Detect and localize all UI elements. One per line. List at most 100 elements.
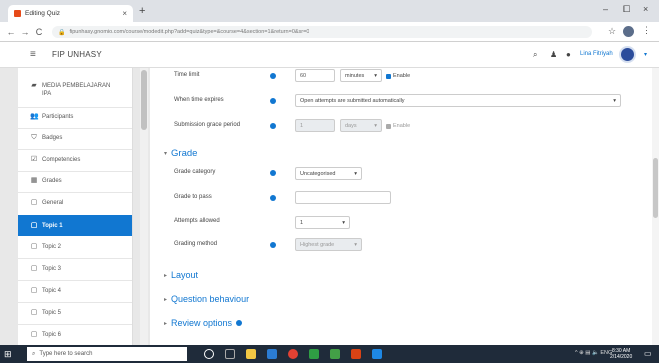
edge-icon[interactable]: [267, 349, 277, 359]
clock-date: 2/14/2020: [610, 354, 633, 360]
folder-icon: ▢: [30, 243, 38, 250]
tab-close-icon[interactable]: ×: [122, 9, 127, 18]
grading-method-value: Highest grade: [300, 241, 335, 248]
review-options-section-header[interactable]: ▸ Review options: [164, 318, 243, 328]
user-menu-caret-icon[interactable]: ▾: [644, 51, 647, 58]
drawer-item-participants[interactable]: 👥 Participants: [18, 113, 132, 123]
chevron-down-icon: ▾: [374, 122, 377, 129]
drawer-item-topic-2[interactable]: ▢ Topic 2: [18, 243, 132, 253]
grade-to-pass-label: Grade to pass: [174, 194, 212, 200]
help-icon[interactable]: [270, 98, 276, 104]
help-icon[interactable]: [236, 320, 243, 326]
drawer-divider: [18, 302, 132, 303]
user-avatar[interactable]: [619, 46, 636, 63]
bookmark-star-icon[interactable]: ☆: [608, 26, 616, 37]
grace-enable-checkbox[interactable]: Enable: [386, 123, 410, 129]
word-icon[interactable]: [372, 349, 382, 359]
moodle-favicon-icon: [14, 10, 21, 17]
time-limit-enable-checkbox[interactable]: Enable: [386, 73, 410, 79]
new-tab-button[interactable]: +: [139, 5, 145, 17]
drawer-item-label: Topic 3: [42, 266, 62, 272]
grading-method-label: Grading method: [174, 241, 218, 247]
url-bar[interactable]: 🔒 fipunhasy.gnomio.com/course/modedit.ph…: [52, 26, 592, 38]
chevron-down-icon: ▾: [613, 97, 616, 104]
chevron-down-icon: ▾: [342, 219, 345, 226]
grace-period-unit-select[interactable]: days ▾: [340, 119, 382, 132]
drawer-divider: [18, 324, 132, 325]
task-view-icon[interactable]: [225, 349, 235, 359]
when-expires-select[interactable]: Open attempts are submitted automaticall…: [295, 94, 621, 107]
grade-category-select[interactable]: Uncategorised ▾: [295, 167, 362, 180]
drawer-toggle-icon[interactable]: ≡: [30, 49, 36, 60]
drawer-item-grades[interactable]: ▦ Grades: [18, 177, 132, 187]
browser-menu-icon[interactable]: ⋮: [642, 25, 651, 36]
chevron-down-icon: ▾: [374, 72, 377, 79]
table-icon: ▦: [30, 177, 38, 184]
excel-icon[interactable]: [330, 349, 340, 359]
drawer-item-label: Participants: [42, 114, 74, 120]
taskbar-search[interactable]: ⌕ Type here to search: [27, 347, 187, 361]
attempts-allowed-select[interactable]: 1 ▾: [295, 216, 350, 229]
tab-title: Editing Quiz: [25, 10, 61, 17]
help-icon[interactable]: [270, 123, 276, 129]
drawer-item-competencies[interactable]: ☑ Competencies: [18, 156, 132, 166]
page-scroll-thumb[interactable]: [653, 158, 658, 218]
reload-button[interactable]: C: [32, 27, 46, 37]
drawer-item-course[interactable]: ▰ MEDIA PEMBELAJARAN IPA: [18, 82, 132, 106]
grace-period-label: Submission grace period: [174, 122, 241, 128]
course-drawer: ▰ MEDIA PEMBELAJARAN IPA 👥 Participants …: [18, 68, 133, 345]
windows-start-icon[interactable]: ⊞: [4, 349, 12, 360]
grade-section-header[interactable]: ▾ Grade: [164, 148, 197, 159]
minimize-button[interactable]: –: [603, 4, 608, 14]
help-icon[interactable]: [270, 170, 276, 176]
system-tray[interactable]: ^ ⊕ ▤ 🔈 ENG: [575, 350, 612, 356]
drawer-item-topic-6[interactable]: ▢ Topic 6: [18, 331, 132, 341]
help-icon[interactable]: [270, 195, 276, 201]
drawer-item-general[interactable]: ▢ General: [18, 199, 132, 209]
browser-profile-avatar[interactable]: [623, 26, 634, 37]
drawer-item-topic-5[interactable]: ▢ Topic 5: [18, 309, 132, 319]
when-expires-label: When time expires: [174, 97, 224, 103]
back-button[interactable]: ←: [4, 27, 18, 37]
page-scrollbar[interactable]: [652, 68, 659, 345]
drawer-divider: [18, 258, 132, 259]
user-name[interactable]: Lina Fitriyah: [580, 51, 613, 57]
file-explorer-icon[interactable]: [246, 349, 256, 359]
time-limit-enable-label: Enable: [393, 73, 411, 79]
action-center-icon[interactable]: ▭: [644, 349, 652, 358]
drawer-item-label: General: [42, 200, 64, 206]
grace-period-input[interactable]: 1: [295, 119, 335, 132]
drawer-item-topic-4[interactable]: ▢ Topic 4: [18, 287, 132, 297]
grading-method-select[interactable]: Highest grade ▾: [295, 238, 362, 251]
cortana-icon[interactable]: [204, 349, 214, 359]
layout-section-header[interactable]: ▸ Layout: [164, 270, 198, 280]
help-icon[interactable]: [270, 242, 276, 248]
drawer-item-topic-3[interactable]: ▢ Topic 3: [18, 265, 132, 275]
time-limit-unit-select[interactable]: minutes ▾: [340, 69, 382, 82]
grade-heading: Grade: [171, 148, 198, 159]
close-window-button[interactable]: ×: [643, 4, 648, 14]
powerpoint-icon[interactable]: [351, 349, 361, 359]
drawer-item-badges[interactable]: ⛉ Badges: [18, 134, 132, 144]
chevron-right-icon: ▸: [164, 296, 168, 303]
search-icon[interactable]: ⌕: [533, 50, 537, 60]
app-icon[interactable]: [309, 349, 319, 359]
chevron-down-icon: ▾: [354, 170, 357, 177]
notifications-icon[interactable]: ♟: [550, 50, 557, 59]
chevron-down-icon: ▾: [164, 151, 168, 157]
question-behaviour-section-header[interactable]: ▸ Question behaviour: [164, 294, 249, 304]
drawer-scrollbar[interactable]: [140, 68, 148, 345]
drawer-scroll-thumb[interactable]: [141, 70, 147, 130]
chrome-icon[interactable]: [288, 349, 298, 359]
taskbar-clock[interactable]: 8:30 AM 2/14/2020: [610, 348, 632, 360]
time-limit-input[interactable]: 60: [295, 69, 335, 82]
messages-icon[interactable]: ●: [566, 50, 571, 59]
grade-to-pass-input[interactable]: [295, 191, 391, 204]
maximize-button[interactable]: ⧠: [623, 4, 630, 15]
forward-button[interactable]: →: [18, 27, 32, 37]
grade-category-value: Uncategorised: [300, 170, 336, 177]
help-icon[interactable]: [270, 73, 276, 79]
drawer-item-topic-1[interactable]: ▢ Topic 1: [18, 215, 132, 236]
site-name[interactable]: FIP UNHASY: [52, 50, 102, 59]
browser-tab[interactable]: Editing Quiz ×: [8, 5, 133, 22]
